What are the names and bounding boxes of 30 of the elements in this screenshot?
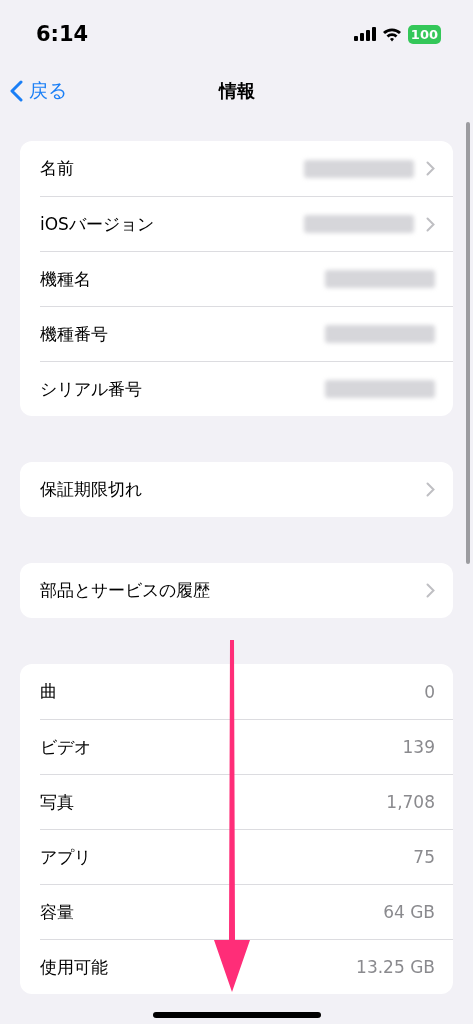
row-label: 使用可能	[40, 955, 109, 979]
chevron-right-icon	[426, 583, 435, 598]
chevron-left-icon	[10, 80, 23, 102]
row-value: 13.25 GB	[356, 957, 435, 977]
page-title: 情報	[218, 79, 255, 103]
row-label: シリアル番号	[40, 377, 143, 401]
wifi-icon	[381, 26, 402, 42]
row-label: 容量	[40, 900, 75, 924]
row-value: 64 GB	[383, 902, 435, 922]
row-label: 写真	[40, 790, 75, 814]
battery-level: 100	[407, 24, 441, 44]
row-label: 機種名	[40, 267, 92, 291]
status-time: 6:14	[36, 22, 89, 46]
signal-icon	[353, 27, 376, 41]
row-label[interactable]: 部品とサービスの履歴	[40, 579, 414, 602]
row-label: 曲	[40, 680, 58, 703]
row-label[interactable]: 名前	[40, 157, 304, 180]
row-label: 機種番号	[40, 322, 109, 346]
chevron-right-icon	[426, 161, 435, 176]
row-label: アプリ	[40, 845, 92, 869]
row-value: 0	[424, 681, 435, 702]
row-value: 139	[402, 737, 435, 757]
chevron-right-icon	[426, 482, 435, 497]
row-label[interactable]: 保証期限切れ	[40, 478, 414, 501]
chevron-right-icon	[426, 216, 435, 232]
row-label[interactable]: iOSバージョン	[40, 212, 304, 236]
row-value: 1,708	[386, 792, 435, 812]
row-label: ビデオ	[40, 735, 92, 759]
back-button[interactable]: 戻る	[10, 78, 67, 104]
row-value: 75	[413, 847, 435, 867]
